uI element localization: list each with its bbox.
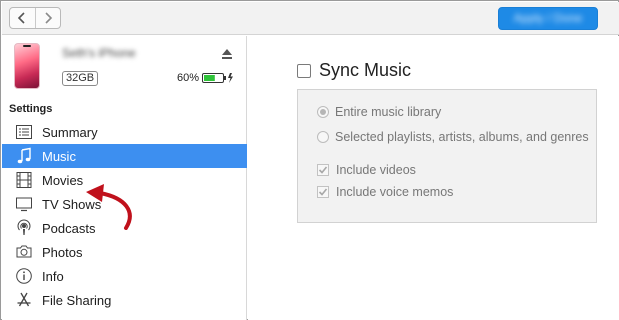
tv-icon — [15, 195, 33, 213]
sidebar-item-movies[interactable]: Movies — [2, 168, 247, 192]
forward-button[interactable] — [34, 8, 60, 28]
checkmark-icon — [318, 188, 328, 196]
eject-icon[interactable] — [221, 48, 233, 60]
entire-library-option[interactable]: Entire music library — [317, 105, 441, 119]
sidebar-item-file-sharing[interactable]: File Sharing — [2, 288, 247, 312]
camera-icon — [15, 243, 33, 261]
include-videos-label: Include videos — [336, 163, 416, 177]
sidebar-item-label: Podcasts — [42, 220, 96, 236]
settings-section-label: Settings — [9, 103, 53, 115]
sync-music-checkbox[interactable] — [297, 63, 311, 78]
include-voice-memos-checkbox[interactable] — [317, 186, 329, 198]
sync-options-group: Entire music library Selected playlists,… — [297, 89, 597, 223]
device-name: Seth's iPhone — [62, 46, 136, 60]
sidebar-item-label: Info — [42, 268, 64, 284]
selected-items-option[interactable]: Selected playlists, artists, albums, and… — [317, 130, 589, 144]
checkmark-icon — [318, 166, 328, 174]
sidebar-item-label: Music — [42, 148, 76, 164]
capacity-badge: 32GB — [62, 71, 99, 86]
app-store-icon — [15, 291, 33, 309]
sync-music-row: Sync Music — [297, 60, 411, 81]
include-voice-memos-label: Include voice memos — [336, 185, 454, 199]
entire-library-radio[interactable] — [317, 106, 329, 118]
include-videos-checkbox[interactable] — [317, 164, 329, 176]
back-button[interactable] — [10, 8, 35, 28]
sidebar-item-tv-shows[interactable]: TV Shows — [2, 192, 247, 216]
sidebar-item-music[interactable]: Music — [2, 144, 247, 168]
sidebar-item-label: Photos — [42, 244, 83, 260]
film-strip-icon — [15, 171, 33, 189]
navigation-buttons — [9, 7, 61, 29]
selected-items-radio[interactable] — [317, 131, 329, 143]
sidebar: Seth's iPhone 32GB 60% Settings Summary — [2, 36, 247, 320]
chevron-left-icon — [18, 12, 26, 24]
settings-menu: Summary Music Movies TV Shows Podcasts P… — [2, 120, 247, 312]
sidebar-item-label: TV Shows — [42, 196, 102, 212]
apply-button-label: Apply / Done — [513, 11, 583, 25]
entire-library-label: Entire music library — [335, 105, 442, 119]
summary-list-icon — [15, 123, 33, 141]
include-voice-memos-option[interactable]: Include voice memos — [317, 185, 453, 199]
chevron-right-icon — [45, 12, 53, 24]
itunes-window: Apply / Done Seth's iPhone 32GB 60% Sett… — [0, 0, 619, 320]
selected-items-label: Selected playlists, artists, albums, and… — [335, 130, 589, 144]
sync-music-label[interactable]: Sync Music — [319, 60, 411, 81]
toolbar: Apply / Done — [2, 2, 619, 35]
apply-button[interactable]: Apply / Done — [498, 7, 598, 30]
sidebar-item-podcasts[interactable]: Podcasts — [2, 216, 247, 240]
sidebar-item-label: File Sharing — [42, 292, 112, 308]
sidebar-item-label: Movies — [42, 172, 84, 188]
include-videos-option[interactable]: Include videos — [317, 163, 416, 177]
music-settings-panel: Sync Music Entire music library Selected… — [248, 36, 619, 320]
device-header: Seth's iPhone 32GB 60% — [2, 36, 247, 96]
music-note-icon — [15, 147, 33, 165]
sidebar-item-summary[interactable]: Summary — [2, 120, 247, 144]
podcast-icon — [15, 219, 33, 237]
iphone-thumbnail — [14, 43, 40, 89]
battery-percent: 60% — [177, 72, 200, 84]
sidebar-item-label: Summary — [42, 124, 98, 140]
sidebar-item-info[interactable]: Info — [2, 264, 247, 288]
info-icon — [15, 267, 33, 285]
battery-charging-icon — [202, 73, 233, 83]
sidebar-item-photos[interactable]: Photos — [2, 240, 247, 264]
